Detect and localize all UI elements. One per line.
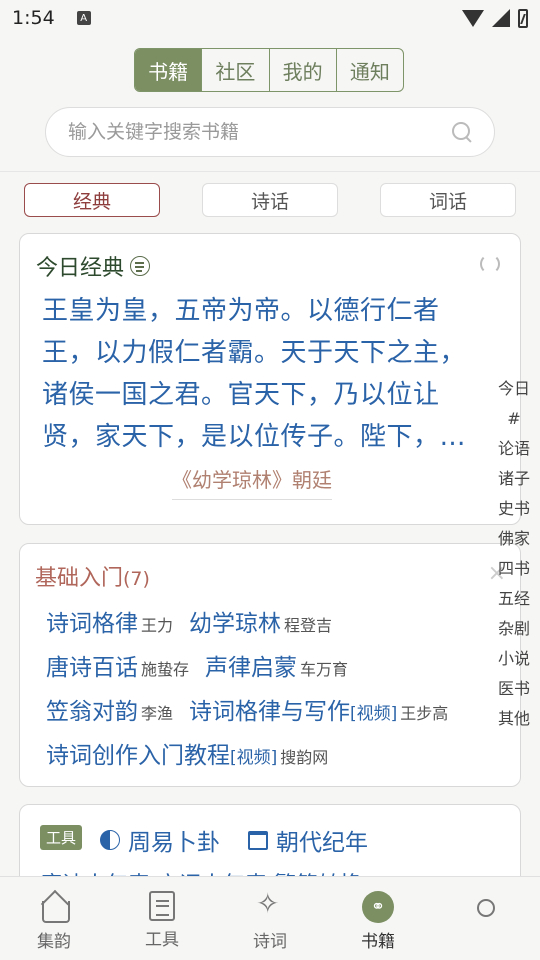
nav-tools[interactable]: 工具	[108, 877, 216, 960]
list-icon	[149, 891, 175, 921]
index-item[interactable]: 其他	[498, 704, 530, 734]
tool-divination-label: 周易卜卦	[128, 830, 220, 856]
book-title: 诗词创作入门教程	[46, 743, 230, 769]
book-link[interactable]: 幼学琼林 程登吉	[189, 604, 332, 638]
search-icon[interactable]	[452, 122, 472, 142]
tool-divination[interactable]: 周易卜卦	[100, 823, 220, 857]
link-icon: ⚭	[362, 891, 394, 923]
book-row: 笠翁对韵 李渔 诗词格律与写作[视频] 王步高	[46, 692, 506, 736]
tools-badge: 工具	[40, 825, 83, 850]
index-item[interactable]: 史书	[498, 494, 530, 524]
tab-community[interactable]: 社区	[201, 49, 268, 91]
book-title: 幼学琼林	[189, 611, 282, 637]
book-author: 车万育	[300, 660, 349, 679]
side-index: 今日 # 论语 诸子 史书 佛家 四书 五经 杂剧 小说 医书 其他	[498, 374, 530, 734]
index-item[interactable]: 五经	[498, 584, 530, 614]
daily-classic-card[interactable]: 今日经典 王皇为皇，五帝为帝。以德行仁者王，以力假仁者霸。天于天下之主，诸侯一国…	[19, 233, 521, 525]
status-time: 1:54	[12, 7, 55, 29]
nav-books[interactable]: ⚭ 书籍	[324, 877, 432, 960]
book-author: 王步高	[400, 704, 449, 723]
basics-title: 基础入门(7)	[35, 560, 150, 592]
daily-classic-source[interactable]: 《幼学琼林》朝廷	[172, 464, 332, 500]
book-link[interactable]: 诗词创作入门教程[视频] 搜韵网	[46, 736, 328, 770]
wifi-icon	[462, 9, 484, 27]
index-item[interactable]: 今日	[498, 374, 530, 404]
book-list: 诗词格律 王力 幼学琼林 程登吉 唐诗百话 施蛰存 声律启蒙 车万育 笠翁对韵 李渔 诗词…	[46, 604, 506, 780]
tab-books[interactable]: 书籍	[135, 49, 202, 91]
book-row: 唐诗百话 施蛰存 声律启蒙 车万育	[46, 648, 506, 692]
index-item[interactable]: 诸子	[498, 464, 530, 494]
tab-mine[interactable]: 我的	[268, 49, 336, 91]
index-item[interactable]: 医书	[498, 674, 530, 704]
daily-classic-text: 王皇为皇，五帝为帝。以德行仁者王，以力假仁者霸。天于天下之主，诸侯一国之君。官天…	[42, 296, 467, 452]
daily-classic-header: 今日经典	[36, 250, 151, 282]
book-author: 李渔	[141, 704, 174, 723]
index-item[interactable]: 佛家	[498, 524, 530, 554]
basics-title-text: 基础入门	[35, 566, 124, 591]
basics-card: 基础入门(7) × 诗词格律 王力 幼学琼林 程登吉 唐诗百话 施蛰存 声律启蒙 车万育…	[19, 543, 521, 787]
book-link[interactable]: 诗词格律 王力	[46, 604, 173, 638]
nav-poetry[interactable]: 诗词	[216, 877, 324, 960]
book-author: 施蛰存	[141, 660, 190, 679]
index-item[interactable]: 论语	[498, 434, 530, 464]
tool-dynasty-label: 朝代纪年	[276, 830, 368, 856]
nav-label: 工具	[145, 930, 179, 950]
book-title: 诗词格律	[46, 611, 138, 637]
book-author: 王力	[141, 616, 174, 635]
book-link[interactable]: 声律启蒙 车万育	[205, 648, 348, 682]
nav-jiyun[interactable]: 集韵	[0, 877, 108, 960]
book-title: 笠翁对韵	[46, 699, 138, 725]
book-title: 声律启蒙	[205, 655, 298, 681]
book-link[interactable]: 诗词格律与写作[视频] 王步高	[189, 692, 448, 726]
category-tab-classics[interactable]: 经典	[24, 183, 160, 217]
tool-dynasty-calendar[interactable]: 朝代纪年	[248, 823, 368, 857]
book-author: 搜韵网	[280, 748, 329, 767]
daily-classic-title: 今日经典	[36, 256, 125, 281]
tab-notifications[interactable]: 通知	[335, 49, 403, 91]
search-input[interactable]	[68, 121, 452, 143]
basics-count: (7)	[123, 568, 150, 590]
search-bar	[45, 107, 495, 157]
book-link[interactable]: 唐诗百话 施蛰存	[46, 648, 189, 682]
status-icons	[462, 8, 528, 28]
refresh-icon[interactable]	[480, 254, 500, 274]
book-row: 诗词格律 王力 幼学琼林 程登吉	[46, 604, 506, 648]
status-bar: 1:54 A	[0, 0, 540, 36]
nav-label: 书籍	[361, 932, 395, 952]
index-item[interactable]: 四书	[498, 554, 530, 584]
category-tab-ci-talk[interactable]: 词话	[380, 183, 516, 217]
top-tab-bar: 书籍 社区 我的 通知	[134, 48, 404, 92]
sparkle-icon	[254, 887, 286, 923]
header-divider	[0, 171, 540, 172]
nav-label: 诗词	[253, 932, 287, 952]
book-row: 诗词创作入门教程[视频] 搜韵网	[46, 736, 506, 780]
nav-more[interactable]	[432, 877, 540, 960]
home-icon	[38, 891, 70, 923]
book-link[interactable]: 笠翁对韵 李渔	[46, 692, 173, 726]
notification-a-icon: A	[76, 11, 91, 25]
video-tag: [视频]	[350, 704, 398, 724]
index-item[interactable]: #	[507, 404, 520, 434]
book-title: 诗词格律与写作	[189, 699, 351, 725]
bottom-nav: 集韵 工具 诗词 ⚭ 书籍	[0, 876, 540, 960]
book-title: 唐诗百话	[46, 655, 138, 681]
list-menu-icon[interactable]	[130, 256, 151, 276]
book-author: 程登吉	[284, 616, 333, 635]
index-item[interactable]: 杂剧	[498, 614, 530, 644]
signal-icon	[492, 9, 510, 27]
index-item[interactable]: 小说	[498, 644, 530, 674]
calendar-icon	[248, 830, 268, 850]
category-tab-poetry-talk[interactable]: 诗话	[202, 183, 338, 217]
taiji-icon	[100, 830, 120, 850]
battery-icon	[518, 8, 528, 28]
video-tag: [视频]	[230, 748, 278, 768]
circle-icon	[477, 899, 495, 917]
nav-label: 集韵	[37, 932, 71, 952]
